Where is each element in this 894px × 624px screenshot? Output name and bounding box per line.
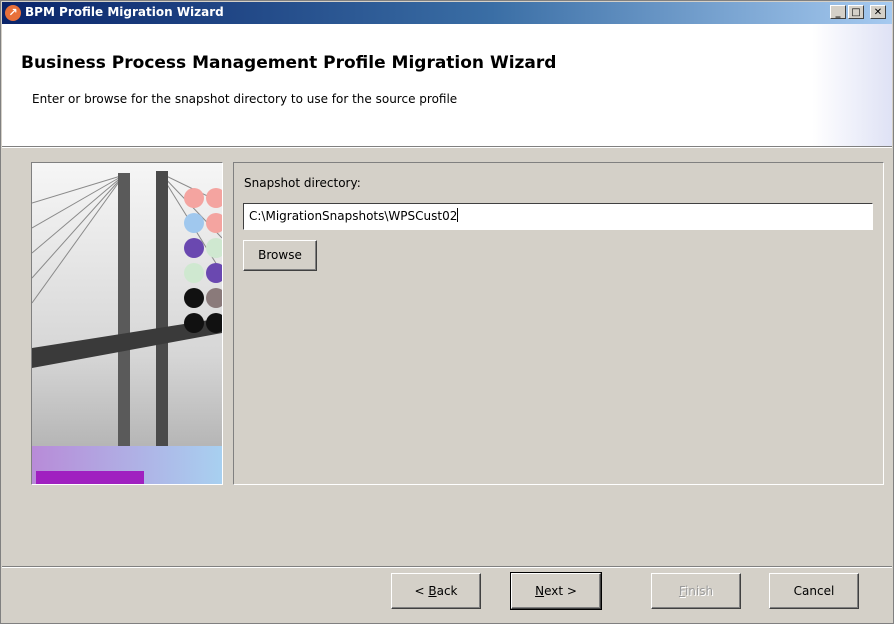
back-button[interactable]: < Back: [391, 573, 481, 609]
back-button-rest: ack: [436, 584, 458, 598]
wizard-header: Business Process Management Profile Migr…: [2, 24, 892, 146]
footer-separator: [2, 566, 892, 568]
back-button-mnemonic: B: [428, 584, 437, 598]
header-separator: [2, 146, 892, 148]
finish-button-rest: inish: [684, 584, 714, 598]
text-caret: [457, 208, 459, 222]
close-button[interactable]: ✕: [870, 5, 886, 19]
wizard-title: Business Process Management Profile Migr…: [21, 53, 557, 73]
wizard-content: Snapshot directory: C:\MigrationSnapshot…: [233, 162, 884, 485]
window-title: BPM Profile Migration Wizard: [25, 5, 224, 19]
cancel-button[interactable]: Cancel: [769, 573, 859, 609]
browse-button[interactable]: Browse: [243, 240, 317, 271]
bridge-image: [32, 163, 222, 484]
snapshot-directory-input[interactable]: C:\MigrationSnapshots\WPSCust02: [243, 203, 873, 230]
snapshot-directory-value: C:\MigrationSnapshots\WPSCust02: [249, 209, 458, 223]
wizard-window: ↗ BPM Profile Migration Wizard _ □ ✕ Bus…: [0, 0, 894, 624]
wizard-side-image: [31, 162, 223, 485]
maximize-button[interactable]: □: [848, 5, 864, 19]
header-decoration: [812, 24, 892, 146]
next-button-rest: ext >: [544, 584, 577, 598]
title-bar[interactable]: ↗ BPM Profile Migration Wizard _ □ ✕: [2, 2, 892, 24]
wizard-description: Enter or browse for the snapshot directo…: [32, 92, 458, 106]
next-button-mnemonic: N: [535, 584, 545, 598]
back-button-prefix: <: [414, 584, 429, 598]
finish-button[interactable]: Finish: [651, 573, 741, 609]
snapshot-directory-label: Snapshot directory:: [244, 176, 361, 190]
next-button[interactable]: Next >: [510, 572, 602, 610]
minimize-button[interactable]: _: [830, 5, 846, 19]
wizard-app-icon: ↗: [5, 5, 21, 21]
